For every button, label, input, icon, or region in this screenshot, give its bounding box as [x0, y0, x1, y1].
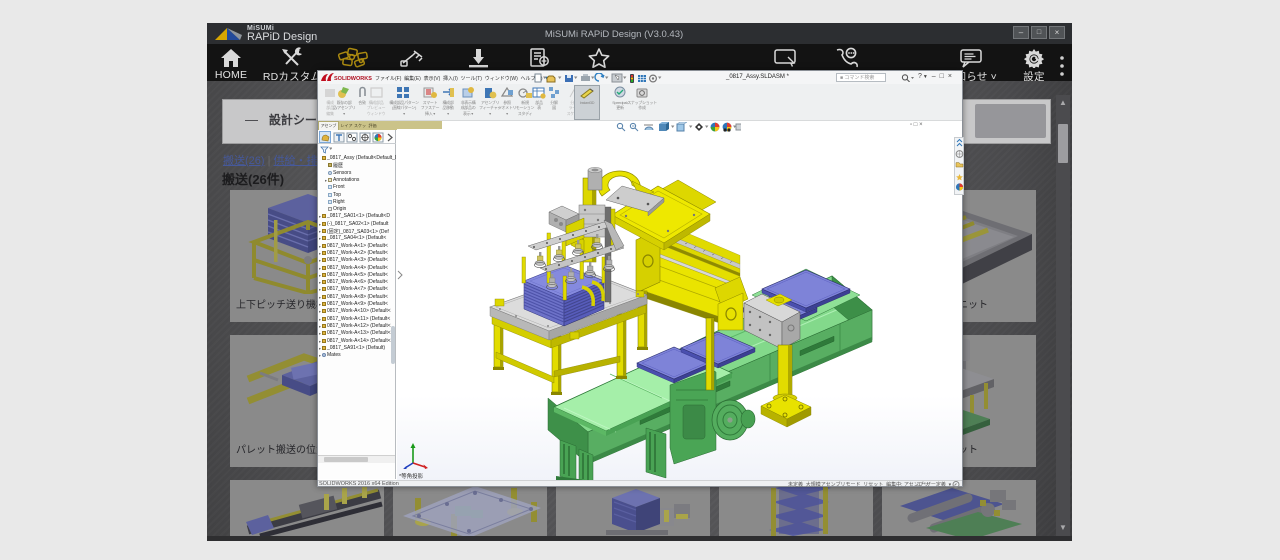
svg-text:SOLIDWORKS: SOLIDWORKS — [334, 76, 372, 82]
